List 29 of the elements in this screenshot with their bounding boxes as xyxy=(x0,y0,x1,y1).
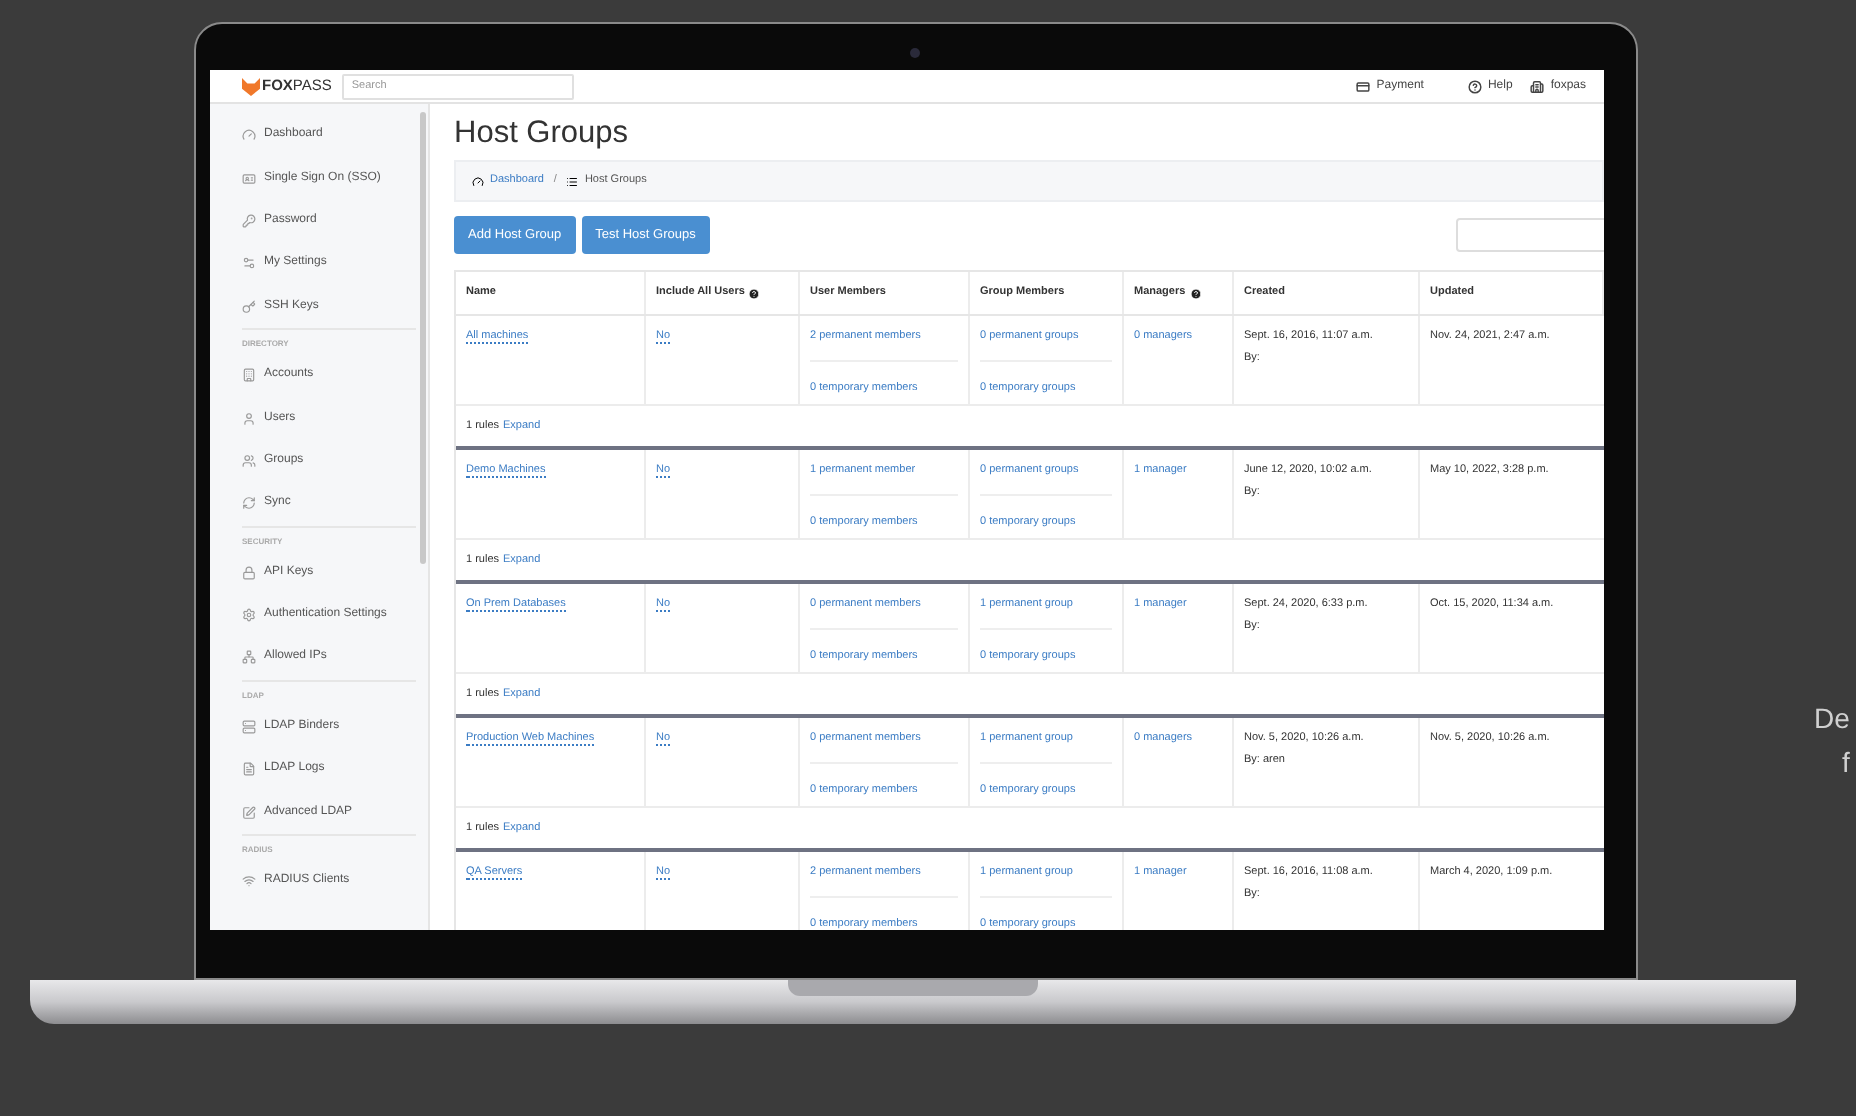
id-card-icon xyxy=(242,171,256,186)
sync-icon xyxy=(242,496,256,511)
document-icon xyxy=(242,762,256,777)
credit-card-icon xyxy=(1356,79,1371,93)
side-caption: De xyxy=(1814,700,1850,738)
side-caption: f xyxy=(1842,744,1850,782)
user-icon xyxy=(242,411,256,426)
edit-icon xyxy=(242,805,256,820)
building-icon xyxy=(1530,79,1545,93)
key-icon xyxy=(242,213,256,228)
network-icon xyxy=(242,650,256,665)
users-icon xyxy=(242,453,256,468)
building-icon xyxy=(242,368,256,383)
help-icon xyxy=(1467,79,1482,93)
lock-icon xyxy=(242,565,256,580)
wifi-icon xyxy=(242,874,256,889)
help-icon xyxy=(748,287,761,299)
list-icon xyxy=(566,175,579,187)
settings-icon xyxy=(242,608,256,623)
server-icon xyxy=(242,719,256,734)
help-icon xyxy=(1189,287,1202,299)
page-title: Host Groups xyxy=(454,114,631,154)
gauge-icon xyxy=(472,175,484,187)
fox-logo-icon xyxy=(242,77,260,95)
camera-icon xyxy=(910,48,920,58)
gauge-icon xyxy=(242,128,256,143)
filter-field[interactable] xyxy=(1456,218,1604,252)
settings-icon xyxy=(242,256,256,271)
key-icon xyxy=(242,299,256,314)
